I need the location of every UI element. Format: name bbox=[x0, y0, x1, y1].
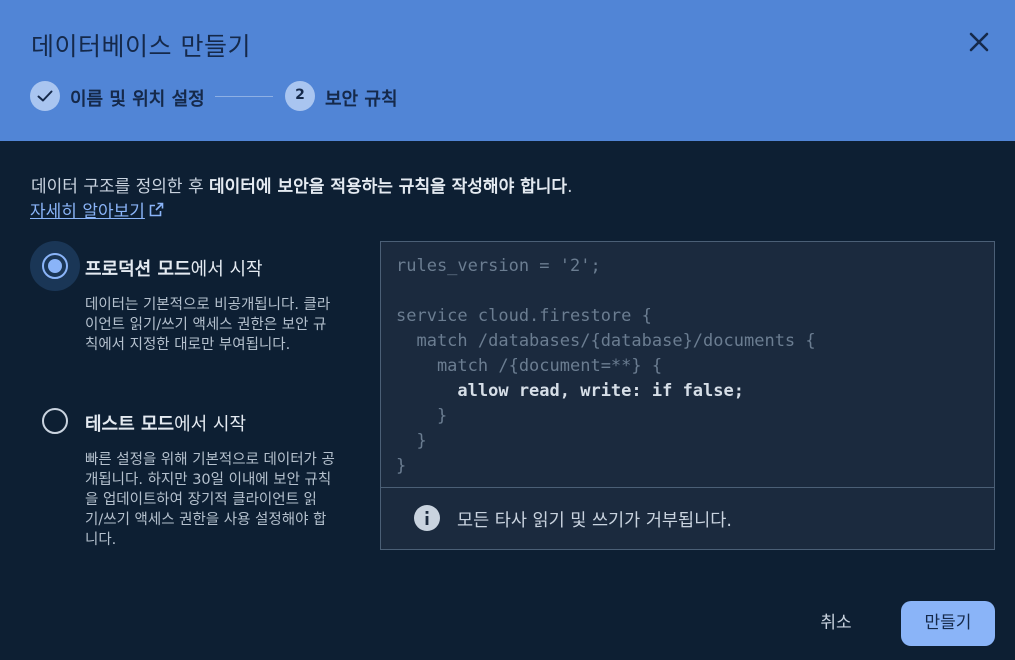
intro-emphasis: 데이터에 보안을 적용하는 규칙을 작성해야 합니다 bbox=[209, 177, 568, 197]
code-line: service cloud.firestore { bbox=[396, 306, 652, 326]
step-2-label: 보안 규칙 bbox=[325, 89, 398, 110]
info-bar: 모든 타사 읽기 및 쓰기가 거부됩니다. bbox=[381, 487, 994, 549]
learn-more-label: 자세히 알아보기 bbox=[30, 202, 145, 222]
learn-more-link[interactable]: 자세히 알아보기 bbox=[30, 197, 164, 222]
step-2-indicator: 2 bbox=[285, 81, 315, 111]
code-line: } bbox=[396, 456, 407, 476]
code-line: } bbox=[396, 431, 427, 451]
code-line: } bbox=[396, 406, 448, 426]
step-2-number: 2 bbox=[295, 87, 305, 103]
dialog-header: 데이터베이스 만들기 이름 및 위치 설정 2 보안 규칙 bbox=[0, 0, 1015, 141]
rules-code-panel: rules_version = '2'; service cloud.fires… bbox=[380, 241, 995, 550]
step-1-label: 이름 및 위치 설정 bbox=[70, 89, 205, 110]
step-1-check-icon bbox=[30, 81, 60, 111]
info-text: 모든 타사 읽기 및 쓰기가 거부됩니다. bbox=[457, 511, 732, 531]
intro-suffix: . bbox=[567, 177, 573, 197]
test-mode-radio[interactable] bbox=[42, 408, 68, 434]
external-link-icon bbox=[149, 202, 164, 217]
production-mode-label-rest: 에서 시작 bbox=[190, 259, 263, 280]
rules-code: rules_version = '2'; service cloud.fires… bbox=[396, 254, 816, 479]
close-icon[interactable] bbox=[966, 29, 992, 55]
test-mode-description: 빠른 설정을 위해 기본적으로 데이터가 공개됩니다. 하지만 30일 이내에 … bbox=[85, 452, 335, 548]
production-mode-label[interactable]: 프로덕션 모드에서 시작 bbox=[85, 255, 263, 281]
test-mode-label[interactable]: 테스트 모드에서 시작 bbox=[85, 410, 246, 436]
cancel-button[interactable]: 취소 bbox=[800, 601, 872, 646]
test-mode-label-rest: 에서 시작 bbox=[174, 414, 247, 435]
stepper: 이름 및 위치 설정 2 보안 규칙 bbox=[30, 81, 730, 111]
step-connector bbox=[215, 96, 273, 97]
create-database-dialog: 데이터베이스 만들기 이름 및 위치 설정 2 보안 규칙 데이터 구조를 정의… bbox=[0, 0, 1015, 660]
info-icon bbox=[414, 505, 440, 531]
intro-text: 데이터 구조를 정의한 후 데이터에 보안을 적용하는 규칙을 작성해야 합니다… bbox=[31, 172, 572, 197]
test-mode-label-bold: 테스트 모드 bbox=[85, 414, 175, 435]
code-line-highlighted: allow read, write: if false; bbox=[396, 381, 744, 401]
code-line: match /{document=**} { bbox=[396, 356, 663, 376]
create-button[interactable]: 만들기 bbox=[901, 601, 995, 646]
production-mode-radio[interactable] bbox=[42, 253, 68, 279]
dialog-title: 데이터베이스 만들기 bbox=[31, 32, 251, 61]
production-mode-label-bold: 프로덕션 모드 bbox=[85, 259, 191, 280]
production-mode-description: 데이터는 기본적으로 비공개됩니다. 클라이언트 읽기/쓰기 액세스 권한은 보… bbox=[85, 297, 331, 353]
code-line: match /databases/{database}/documents { bbox=[396, 331, 816, 351]
code-line: rules_version = '2'; bbox=[396, 256, 601, 276]
intro-prefix: 데이터 구조를 정의한 후 bbox=[31, 177, 210, 197]
